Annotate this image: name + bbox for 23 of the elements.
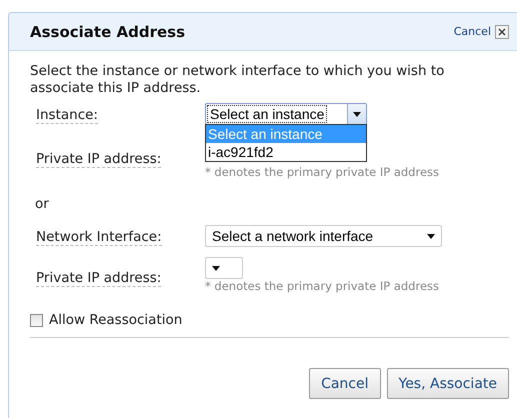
cancel-link[interactable]: Cancel — [454, 25, 491, 38]
hint-text: * denotes the primary private IP address — [205, 279, 440, 293]
checkbox[interactable] — [30, 314, 43, 326]
close-icon[interactable] — [495, 24, 509, 38]
field-label: Instance: — [36, 107, 98, 124]
select-field[interactable]: Select an instance — [205, 103, 367, 125]
select-field[interactable]: Select a network interface — [205, 225, 442, 247]
instructions-text: Select the instance or network interface to which you wish to associate this IP address. — [30, 63, 446, 97]
caret-icon — [427, 234, 435, 238]
associate-button[interactable]: Yes, Associate — [386, 368, 509, 399]
caret-icon — [212, 266, 220, 270]
cancel-button[interactable]: Cancel — [309, 368, 380, 399]
dropdown-button[interactable] — [347, 104, 366, 124]
dropdown-option[interactable]: i-ac921fd2 — [206, 143, 366, 161]
or-text: or — [35, 196, 50, 212]
field-label: Private IP address: — [36, 270, 162, 287]
caret-icon — [353, 112, 361, 116]
checkbox-label: Allow Reassociation — [49, 312, 182, 328]
field-label: Private IP address: — [36, 151, 162, 168]
hint-text: * denotes the primary private IP address — [205, 165, 440, 179]
select-field[interactable] — [205, 257, 243, 279]
field-label: Network Interface: — [36, 229, 162, 246]
dialog-title: Associate Address — [30, 22, 186, 40]
